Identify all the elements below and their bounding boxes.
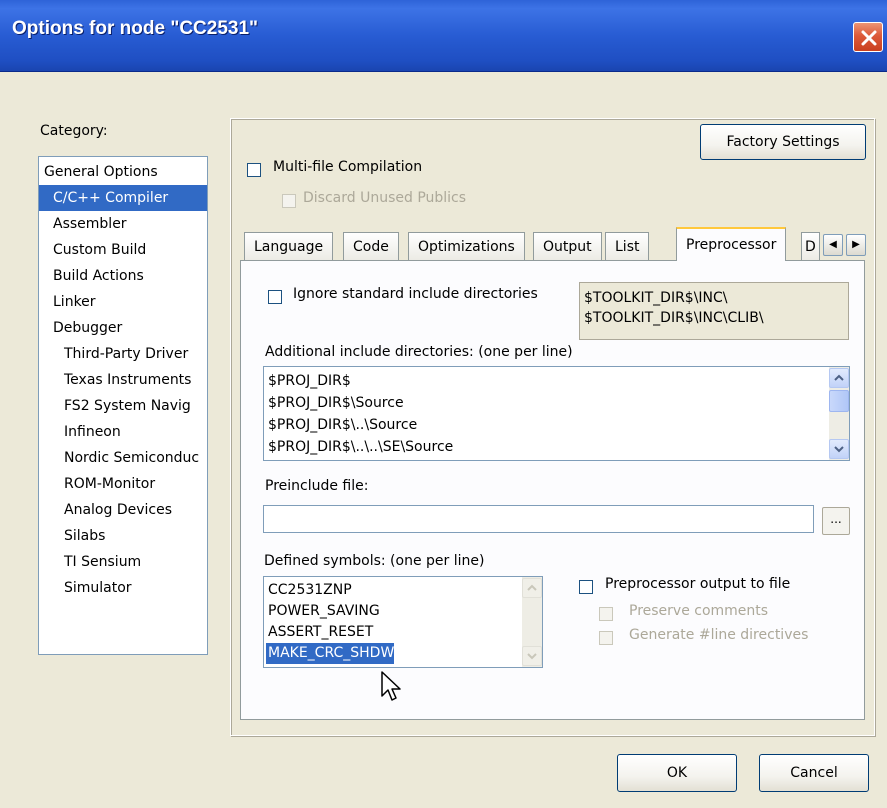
category-item-nordic-semiconductor[interactable]: Nordic Semiconduc <box>39 445 207 471</box>
defined-symbol-line: POWER_SAVING <box>268 603 380 619</box>
additional-include-label: Additional include directories: (one per… <box>265 344 573 360</box>
preprocessor-output-checkbox[interactable] <box>579 580 593 594</box>
category-item-rom-monitor[interactable]: ROM-Monitor <box>39 471 207 497</box>
category-item-third-party-driver[interactable]: Third-Party Driver <box>39 341 207 367</box>
close-icon <box>861 30 877 46</box>
chevron-down-icon <box>527 653 537 660</box>
generate-line-directives-checkbox[interactable] <box>599 631 613 645</box>
category-label: Category: <box>40 123 108 139</box>
category-item-analog-devices[interactable]: Analog Devices <box>39 497 207 523</box>
discard-unused-publics-label: Discard Unused Publics <box>303 190 467 206</box>
ok-button[interactable]: OK <box>617 754 737 792</box>
tab-output[interactable]: Output <box>533 232 602 260</box>
preinclude-browse-button[interactable]: ... <box>822 507 850 535</box>
category-item-assembler[interactable]: Assembler <box>39 211 207 237</box>
include-scrollbar[interactable] <box>829 367 849 460</box>
category-item-custom-build[interactable]: Custom Build <box>39 237 207 263</box>
include-dir-line: $PROJ_DIR$\Source <box>268 395 404 411</box>
tab-scroll-left-button[interactable]: ◀ <box>823 234 843 256</box>
additional-include-textarea[interactable]: $PROJ_DIR$ $PROJ_DIR$\Source $PROJ_DIR$\… <box>263 366 850 461</box>
multifile-compilation-label: Multi-file Compilation <box>273 159 423 175</box>
discard-unused-publics-checkbox[interactable] <box>282 194 296 208</box>
cancel-button[interactable]: Cancel <box>759 754 869 792</box>
scroll-down-button[interactable] <box>522 646 542 666</box>
category-item-linker[interactable]: Linker <box>39 289 207 315</box>
include-dir-line: $PROJ_DIR$ <box>268 373 351 389</box>
multifile-compilation-checkbox[interactable] <box>247 163 261 177</box>
category-item-simulator[interactable]: Simulator <box>39 575 207 601</box>
category-item-ti-sensium[interactable]: TI Sensium <box>39 549 207 575</box>
tab-d[interactable]: D <box>801 232 820 260</box>
include-dir-line: $PROJ_DIR$\..\..\SE\Source <box>268 439 454 455</box>
tab-code[interactable]: Code <box>343 232 399 260</box>
tab-language[interactable]: Language <box>244 232 334 260</box>
preinclude-label: Preinclude file: <box>265 478 369 494</box>
tab-list[interactable]: List <box>605 232 650 260</box>
scroll-down-button[interactable] <box>829 439 849 459</box>
tab-optimizations[interactable]: Optimizations <box>408 232 525 260</box>
tab-scroll-right-button[interactable]: ▶ <box>846 234 866 256</box>
mouse-cursor-icon <box>381 671 401 701</box>
generate-line-directives-label: Generate #line directives <box>629 627 809 643</box>
std-include-dir-line: $TOOLKIT_DIR$\INC\ <box>584 290 728 306</box>
category-item-infineon[interactable]: Infineon <box>39 419 207 445</box>
std-include-dirs-box: $TOOLKIT_DIR$\INC\ $TOOLKIT_DIR$\INC\CLI… <box>579 282 849 340</box>
window-title: Options for node "CC2531" <box>12 18 259 39</box>
chevron-down-icon <box>834 446 844 453</box>
preinclude-input[interactable] <box>263 505 814 533</box>
arrow-right-icon: ▶ <box>852 239 860 250</box>
include-dir-line: $PROJ_DIR$\..\Source <box>268 417 418 433</box>
defined-symbols-label: Defined symbols: (one per line) <box>264 553 485 569</box>
scroll-up-button[interactable] <box>829 368 849 388</box>
category-item-silabs[interactable]: Silabs <box>39 523 207 549</box>
std-include-dir-line: $TOOLKIT_DIR$\INC\CLIB\ <box>584 310 764 326</box>
defined-symbol-line: ASSERT_RESET <box>268 624 374 640</box>
category-item-debugger[interactable]: Debugger <box>39 315 207 341</box>
scroll-up-button[interactable] <box>522 578 542 598</box>
defined-symbols-scrollbar[interactable] <box>522 577 542 667</box>
chevron-up-icon <box>834 374 844 381</box>
close-button[interactable] <box>853 22 883 52</box>
category-list[interactable]: General Options C/C++ Compiler Assembler… <box>38 156 208 655</box>
category-item-c-compiler[interactable]: C/C++ Compiler <box>39 185 207 211</box>
category-item-fs2-system-navigator[interactable]: FS2 System Navig <box>39 393 207 419</box>
arrow-left-icon: ◀ <box>829 239 837 250</box>
scroll-thumb[interactable] <box>829 390 849 412</box>
title-bar[interactable]: Options for node "CC2531" <box>0 0 887 72</box>
category-item-general-options[interactable]: General Options <box>39 159 207 185</box>
ignore-std-include-label: Ignore standard include directories <box>293 286 538 302</box>
category-item-texas-instruments[interactable]: Texas Instruments <box>39 367 207 393</box>
preserve-comments-label: Preserve comments <box>629 603 769 619</box>
defined-symbol-line-selected: MAKE_CRC_SHDW <box>266 643 395 664</box>
ignore-std-include-checkbox[interactable] <box>268 290 282 304</box>
factory-settings-button[interactable]: Factory Settings <box>700 124 866 160</box>
category-item-build-actions[interactable]: Build Actions <box>39 263 207 289</box>
preserve-comments-checkbox[interactable] <box>599 607 613 621</box>
preprocessor-output-label: Preprocessor output to file <box>605 576 791 592</box>
tab-preprocessor[interactable]: Preprocessor <box>676 227 787 261</box>
defined-symbols-textarea[interactable]: CC2531ZNP POWER_SAVING ASSERT_RESET MAKE… <box>263 576 543 668</box>
defined-symbol-line: CC2531ZNP <box>268 582 352 598</box>
chevron-up-icon <box>527 584 537 591</box>
